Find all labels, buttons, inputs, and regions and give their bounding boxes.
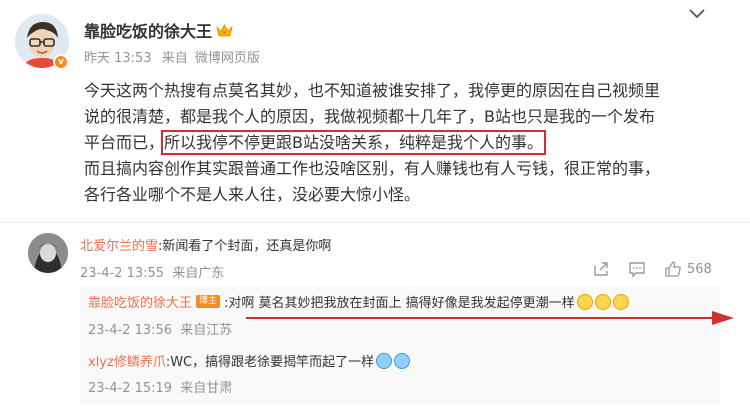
reply-time: 23-4-2 15:19 xyxy=(88,381,173,396)
post-line: 平台而已，所以我停不停更跟B站没啥关系，纯粹是我个人的事。 xyxy=(84,130,724,156)
comment-icon[interactable] xyxy=(628,260,646,278)
divider xyxy=(0,222,750,223)
reply-item: xlyz修鳞养爪:WC，搞得跟老徐要揭竿而起了一样 xyxy=(88,351,411,370)
comment-text-row: 北爱尔兰的雪:新闻看了个封面，还真是你啊 xyxy=(80,235,331,254)
reply-username[interactable]: 靠脸吃饭的徐大王 xyxy=(88,292,192,311)
verified-badge-icon: v xyxy=(53,54,69,70)
comment-meta: 23-4-2 13:55 来自广东 xyxy=(80,262,224,281)
like-count: 568 xyxy=(687,261,712,277)
crown-icon xyxy=(216,23,233,36)
commenter-avatar[interactable] xyxy=(28,233,68,273)
like-icon xyxy=(665,261,681,277)
highlighted-text: 所以我停不停更跟B站没啥关系，纯粹是我个人的事。 xyxy=(161,130,546,155)
reply-meta: 23-4-2 13:56 来自江苏 xyxy=(88,319,232,338)
emoji-icon xyxy=(376,352,393,369)
emoji-icon xyxy=(394,352,411,369)
post-text: 平台而已， xyxy=(84,133,165,152)
reply-list: 靠脸吃饭的徐大王 博主:对啊 莫名其妙把我放在封面上 搞得好像是我发起停更潮一样 … xyxy=(80,286,720,404)
post-line: 各行各业哪个不是人来人往，没必要大惊小怪。 xyxy=(84,185,421,204)
reply-username[interactable]: xlyz修鳞养爪 xyxy=(88,351,166,370)
reply-time: 23-4-2 13:56 xyxy=(88,323,173,338)
chevron-down-icon[interactable] xyxy=(686,6,708,22)
reply-text: :WC，搞得跟老徐要揭竿而起了一样 xyxy=(165,355,375,370)
post-line: 说的很清楚，都是我个人的原因，我做视频都十几年了，B站也只是我的一个发布 xyxy=(84,107,655,126)
share-icon[interactable] xyxy=(592,260,610,278)
post-time[interactable]: 昨天 13:53 xyxy=(84,51,152,66)
post-author: 靠脸吃饭的徐大王 xyxy=(84,18,233,42)
comment-actions: 568 xyxy=(592,260,712,278)
annotation-arrow xyxy=(246,311,734,325)
reply-meta: 23-4-2 15:19 来自甘肃 xyxy=(88,377,232,396)
post-source: 微博网页版 xyxy=(194,51,260,66)
comment-text: :新闻看了个封面，还真是你啊 xyxy=(158,239,332,254)
post-meta: 昨天 13:53 来自 微博网页版 xyxy=(84,47,260,66)
reply-location: 来自江苏 xyxy=(180,323,233,338)
post-line: 而且搞内容创作其实跟普通工作也没啥区别，有人赚钱也有人亏钱，很正常的事， xyxy=(84,159,661,178)
post-line: 今天这两个热搜有点莫名其妙，也不知道被谁安排了，我停更的原因在自己视频里 xyxy=(84,81,661,100)
commenter-name[interactable]: 北爱尔兰的雪 xyxy=(80,239,158,254)
source-prefix: 来自 xyxy=(161,51,188,66)
comment-location: 来自广东 xyxy=(172,266,225,281)
author-name[interactable]: 靠脸吃饭的徐大王 xyxy=(84,18,212,42)
like-button[interactable]: 568 xyxy=(664,260,712,278)
post-content: 今天这两个热搜有点莫名其妙，也不知道被谁安排了，我停更的原因在自己视频里 说的很… xyxy=(84,78,724,208)
reply-location: 来自甘肃 xyxy=(180,381,233,396)
author-tag: 博主 xyxy=(196,295,221,308)
comment-time: 23-4-2 13:55 xyxy=(80,266,165,281)
